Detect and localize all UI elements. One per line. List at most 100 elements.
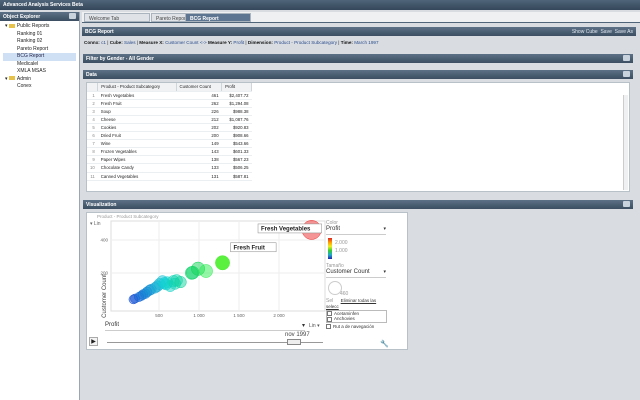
show-cube-link[interactable]: Show Cube xyxy=(572,29,598,35)
collapse-icon[interactable] xyxy=(623,201,630,207)
grid-scrollbar[interactable] xyxy=(623,95,628,190)
trail-checkbox[interactable] xyxy=(326,323,331,329)
selection-list[interactable]: Acetaminfen Anchovies xyxy=(326,310,387,323)
data-header: Data xyxy=(83,70,633,79)
profit-cell: $2,407.72 xyxy=(221,91,252,100)
chart-settings: Color Profit ▾ 2.000 1.000 Tamaño Customer… xyxy=(326,220,387,329)
tree-item-label: Ranking 02 xyxy=(17,38,43,44)
collapse-icon[interactable] xyxy=(623,71,630,77)
wrench-icon[interactable]: 🔧 xyxy=(380,340,389,348)
y-scale-select[interactable]: ▾ Lin xyxy=(90,221,101,227)
table-row[interactable]: 7 Wine 149 $543.66 xyxy=(87,139,252,149)
save-link[interactable]: Save xyxy=(600,29,611,35)
tree-item[interactable]: Ranking 01 xyxy=(3,31,76,39)
col-header-profit[interactable]: Profit xyxy=(221,83,252,92)
folder-icon xyxy=(8,23,15,28)
customer-count-cell: 143 xyxy=(176,147,222,157)
col-header-product[interactable]: Product - Product Subcategory xyxy=(97,83,177,92)
tree-item[interactable]: Conex xyxy=(3,83,76,91)
profit-cell: $601.33 xyxy=(221,147,252,157)
table-row[interactable]: 2 Fresh Fruit 262 $1,294.08 xyxy=(87,99,252,108)
save-as-link[interactable]: Save As xyxy=(615,29,633,35)
row-number: 11 xyxy=(87,172,98,181)
product-cell: Fresh Fruit xyxy=(97,99,177,108)
x-axis-selector[interactable]: Profit ▾ xyxy=(105,322,305,331)
report-tree: ▾ Public Reports Ranking 01 Ranking 02 Pare… xyxy=(0,21,79,93)
object-explorer: Object Explorer ▾ Public Reports Ranking … xyxy=(0,12,80,400)
tree-item-label: Pareto Report xyxy=(17,45,49,52)
table-row[interactable]: 1 Fresh Vegetables 461 $2,407.72 xyxy=(87,91,252,100)
product-cell: Wine xyxy=(97,139,177,149)
data-grid: Product - Product Subcategory Customer Co… xyxy=(86,82,630,192)
customer-count-cell: 202 xyxy=(176,123,222,133)
tooltip-label: Fresh Fruit xyxy=(234,245,265,251)
tree-item-label: Medicalel xyxy=(17,60,39,67)
row-number: 7 xyxy=(87,139,98,149)
filter-title: Filter by Gender - All Gender xyxy=(86,56,154,62)
folder-icon xyxy=(8,76,15,81)
table-row[interactable]: 9 Paper Wipes 138 $567.23 xyxy=(87,155,252,165)
tree-item-label: Public Reports xyxy=(16,23,50,29)
row-number: 4 xyxy=(87,115,98,124)
tree-item[interactable]: Ranking 02 xyxy=(3,38,76,46)
x-tick-label: 1 000 xyxy=(193,313,205,318)
profit-cell: $920.83 xyxy=(221,123,252,133)
tree-item-label: BCG Report xyxy=(17,53,45,59)
x-scale-select[interactable]: Lin ▾ xyxy=(309,323,320,329)
play-button[interactable]: ▶ xyxy=(89,337,98,346)
tree-item[interactable]: Medicalel xyxy=(3,61,76,69)
data-bubble[interactable] xyxy=(215,255,230,271)
profit-cell: $988.38 xyxy=(221,107,252,116)
customer-count-cell: 226 xyxy=(176,107,222,116)
tree-item-label: Admin xyxy=(16,75,32,82)
filter-header[interactable]: Filter by Gender - All Gender xyxy=(83,54,633,63)
time-slider-handle[interactable] xyxy=(287,339,301,345)
report-breadcrumb: Connx: c1 | Cube: Sales | Measure X: Cus… xyxy=(84,40,379,45)
tree-folder[interactable]: ▾ Admin xyxy=(3,76,76,84)
product-cell: Chocolate Candy xyxy=(97,163,177,173)
expand-icon[interactable] xyxy=(623,55,630,61)
row-number: 6 xyxy=(87,131,98,141)
row-number: 8 xyxy=(87,147,98,157)
table-row[interactable]: 4 Cheese 212 $1,087.76 xyxy=(87,115,252,124)
tooltip-label: Fresh Vegetables xyxy=(261,226,311,232)
tab-bcg-report[interactable]: BCG Report xyxy=(185,13,251,22)
table-row[interactable]: 11 Canned Vegetables 131 $587.81 xyxy=(87,172,252,181)
row-number: 10 xyxy=(87,163,98,173)
y-axis-label[interactable]: Customer Count xyxy=(102,274,108,318)
row-number: 9 xyxy=(87,155,98,165)
table-row[interactable]: 6 Dried Fruit 200 $908.66 xyxy=(87,131,252,141)
expand-arrow-icon[interactable]: ▾ xyxy=(5,76,8,82)
tree-item-label: Conex xyxy=(17,83,32,89)
table-row[interactable]: 3 Soup 226 $988.38 xyxy=(87,107,252,116)
tree-folder[interactable]: ▾ Public Reports xyxy=(3,23,76,31)
profit-cell: $1,087.76 xyxy=(221,115,252,124)
tree-item[interactable]: XMLA MSAS xyxy=(3,68,76,76)
table-row[interactable]: 10 Chocolate Candy 133 $506.25 xyxy=(87,163,252,173)
tab-welcome[interactable]: Welcome Tab xyxy=(84,13,150,22)
data-bubble[interactable] xyxy=(199,264,213,278)
checkbox[interactable] xyxy=(327,316,332,322)
profit-cell: $543.66 xyxy=(221,139,252,149)
collapse-icon[interactable] xyxy=(69,13,76,19)
time-label: nov 1997 xyxy=(285,332,310,338)
clear-selection-link[interactable]: Eliminar todas las selecc xyxy=(326,298,376,309)
tree-item[interactable]: Pareto Report xyxy=(3,46,76,54)
customer-count-cell: 138 xyxy=(176,155,222,165)
x-tick-label: 500 xyxy=(155,313,163,318)
tree-item[interactable]: BCG Report xyxy=(3,53,76,61)
chart-title: Product - Product Subcategory xyxy=(97,214,159,219)
app-title: Advanced Analysis Services Beta xyxy=(0,0,640,10)
size-select[interactable]: Customer Count ▾ xyxy=(326,269,386,278)
col-header-customer-count[interactable]: Customer Count xyxy=(176,83,223,92)
visualization-title: Visualization xyxy=(86,202,117,208)
table-row[interactable]: 8 Frozen Vegetables 143 $601.33 xyxy=(87,147,252,157)
visualization-header: Visualization xyxy=(83,200,633,209)
data-bubble[interactable] xyxy=(174,276,187,289)
table-row[interactable]: 5 Cookies 202 $920.83 xyxy=(87,123,252,133)
expand-arrow-icon[interactable]: ▾ xyxy=(5,23,8,29)
color-select[interactable]: Profit ▾ xyxy=(326,226,386,235)
report-title: BCG Report xyxy=(85,29,114,35)
profit-cell: $506.25 xyxy=(221,163,252,173)
color-legend-gradient xyxy=(328,238,332,259)
